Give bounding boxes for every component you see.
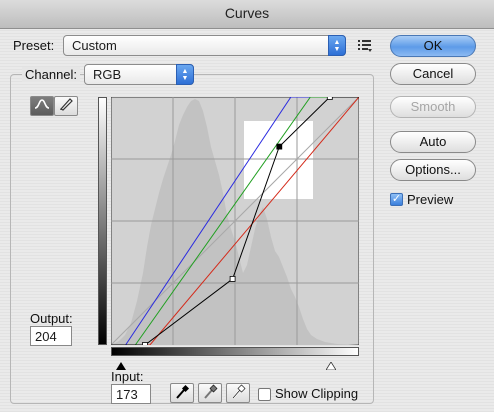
control-point[interactable] (326, 94, 333, 100)
curves-graph[interactable] (110, 94, 360, 348)
preview-checkbox[interactable]: ✓ (390, 193, 403, 206)
channel-select[interactable]: RGB ▲ ▼ (84, 64, 194, 85)
input-field[interactable]: 173 (111, 384, 151, 404)
black-point-eyedropper-icon[interactable] (170, 383, 194, 403)
ok-button[interactable]: OK (390, 35, 476, 57)
control-point[interactable] (142, 342, 148, 348)
show-clipping-label: Show Clipping (275, 386, 359, 401)
preview-label: Preview (407, 192, 454, 207)
auto-button[interactable]: Auto (390, 131, 476, 153)
curve-point-tool-icon[interactable] (30, 96, 54, 116)
title-bar: Curves (0, 0, 494, 29)
pencil-tool-icon[interactable] (54, 96, 78, 116)
selected-tone-region (244, 121, 313, 199)
channel-value: RGB (93, 67, 122, 82)
select-arrows-icon: ▲ ▼ (176, 64, 194, 85)
control-point[interactable] (229, 275, 236, 282)
curves-canvas[interactable] (110, 94, 360, 348)
channel-label: Channel: (22, 67, 81, 82)
white-point-eyedropper-icon[interactable] (226, 383, 250, 403)
input-label: Input: (111, 369, 144, 384)
show-clipping-checkbox[interactable] (258, 388, 271, 401)
preset-select[interactable]: Custom ▲ ▼ (63, 35, 346, 56)
input-gradient-bar (111, 347, 359, 356)
selected-control-point[interactable] (276, 143, 283, 150)
gray-point-eyedropper-icon[interactable] (198, 383, 222, 403)
options-button[interactable]: Options... (390, 159, 476, 181)
output-field[interactable]: 204 (30, 326, 72, 346)
cancel-button[interactable]: Cancel (390, 63, 476, 85)
preset-value: Custom (72, 38, 117, 53)
preset-options-icon[interactable] (354, 37, 374, 55)
smooth-button[interactable]: Smooth (390, 96, 476, 118)
output-gradient-bar (98, 97, 107, 345)
black-point-slider[interactable] (116, 358, 126, 370)
output-label: Output: (30, 311, 73, 326)
white-point-slider[interactable] (325, 358, 337, 371)
window-title: Curves (224, 5, 270, 21)
select-arrows-icon: ▲ ▼ (328, 35, 346, 56)
preset-label: Preset: (13, 38, 55, 53)
